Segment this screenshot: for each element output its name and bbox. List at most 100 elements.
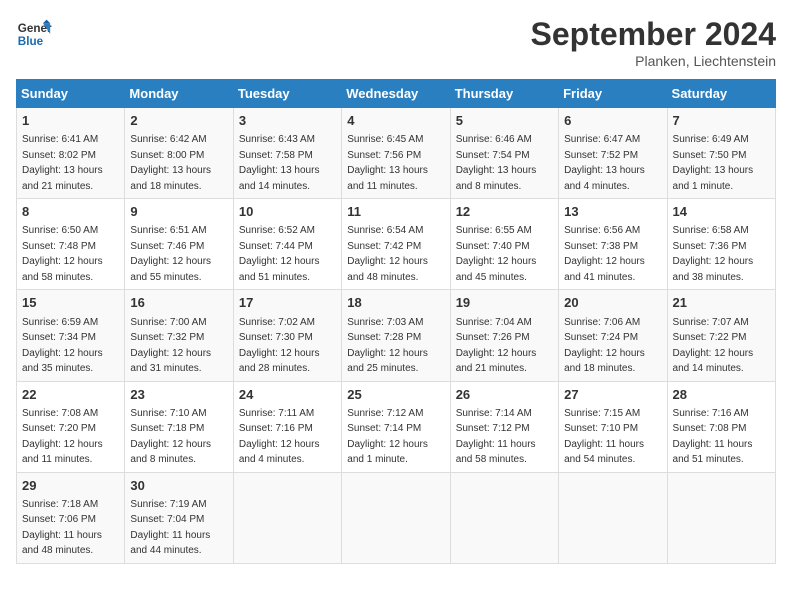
calendar-cell: 29 Sunrise: 7:18 AM Sunset: 7:06 PM Dayli… (17, 472, 125, 563)
day-number: 26 (456, 386, 553, 404)
calendar-cell: 2Sunrise: 6:42 AM Sunset: 8:00 PM Daylig… (125, 108, 233, 199)
day-number: 28 (673, 386, 770, 404)
day-number: 8 (22, 203, 119, 221)
day-info: Sunrise: 7:18 AM Sunset: 7:06 PM Dayligh… (22, 499, 102, 557)
day-number: 3 (239, 112, 336, 130)
day-info: Sunrise: 6:42 AM Sunset: 8:00 PM Dayligh… (130, 134, 211, 192)
calendar-cell: 6 Sunrise: 6:47 AM Sunset: 7:52 PM Daylig… (559, 108, 667, 199)
calendar-cell: 1Sunrise: 6:41 AM Sunset: 8:02 PM Daylig… (17, 108, 125, 199)
logo: General Blue (16, 16, 52, 52)
day-info: Sunrise: 6:47 AM Sunset: 7:52 PM Dayligh… (564, 134, 645, 192)
calendar-cell: 11 Sunrise: 6:54 AM Sunset: 7:42 PM Dayli… (342, 199, 450, 290)
title-block: September 2024 Planken, Liechtenstein (531, 16, 776, 69)
day-number: 29 (22, 477, 119, 495)
day-number: 19 (456, 294, 553, 312)
calendar-cell: 5 Sunrise: 6:46 AM Sunset: 7:54 PM Daylig… (450, 108, 558, 199)
calendar-cell: 22 Sunrise: 7:08 AM Sunset: 7:20 PM Dayli… (17, 381, 125, 472)
day-info: Sunrise: 6:55 AM Sunset: 7:40 PM Dayligh… (456, 225, 537, 283)
calendar-cell: 19Sunrise: 7:04 AM Sunset: 7:26 PM Dayli… (450, 290, 558, 381)
day-info: Sunrise: 6:58 AM Sunset: 7:36 PM Dayligh… (673, 225, 754, 283)
calendar-table: SundayMondayTuesdayWednesdayThursdayFrid… (16, 79, 776, 564)
calendar-cell (450, 472, 558, 563)
day-info: Sunrise: 7:19 AM Sunset: 7:04 PM Dayligh… (130, 499, 210, 557)
day-number: 10 (239, 203, 336, 221)
day-info: Sunrise: 7:02 AM Sunset: 7:30 PM Dayligh… (239, 317, 320, 375)
calendar-cell (559, 472, 667, 563)
day-info: Sunrise: 7:00 AM Sunset: 7:32 PM Dayligh… (130, 317, 211, 375)
day-info: Sunrise: 7:07 AM Sunset: 7:22 PM Dayligh… (673, 317, 754, 375)
calendar-cell: 14Sunrise: 6:58 AM Sunset: 7:36 PM Dayli… (667, 199, 775, 290)
day-number: 20 (564, 294, 661, 312)
day-info: Sunrise: 7:08 AM Sunset: 7:20 PM Dayligh… (22, 408, 103, 466)
day-number: 11 (347, 203, 444, 221)
day-number: 24 (239, 386, 336, 404)
day-header-friday: Friday (559, 80, 667, 108)
day-info: Sunrise: 6:50 AM Sunset: 7:48 PM Dayligh… (22, 225, 103, 283)
day-number: 17 (239, 294, 336, 312)
calendar-cell: 7Sunrise: 6:49 AM Sunset: 7:50 PM Daylig… (667, 108, 775, 199)
calendar-cell: 28 Sunrise: 7:16 AM Sunset: 7:08 PM Dayli… (667, 381, 775, 472)
day-number: 18 (347, 294, 444, 312)
calendar-cell: 20 Sunrise: 7:06 AM Sunset: 7:24 PM Dayli… (559, 290, 667, 381)
day-info: Sunrise: 7:10 AM Sunset: 7:18 PM Dayligh… (130, 408, 211, 466)
day-number: 30 (130, 477, 227, 495)
day-header-tuesday: Tuesday (233, 80, 341, 108)
calendar-cell: 18 Sunrise: 7:03 AM Sunset: 7:28 PM Dayli… (342, 290, 450, 381)
calendar-cell: 4Sunrise: 6:45 AM Sunset: 7:56 PM Daylig… (342, 108, 450, 199)
day-number: 12 (456, 203, 553, 221)
day-header-wednesday: Wednesday (342, 80, 450, 108)
location-subtitle: Planken, Liechtenstein (531, 53, 776, 69)
day-number: 6 (564, 112, 661, 130)
day-header-sunday: Sunday (17, 80, 125, 108)
calendar-cell: 13 Sunrise: 6:56 AM Sunset: 7:38 PM Dayli… (559, 199, 667, 290)
day-number: 22 (22, 386, 119, 404)
calendar-week-1: 1Sunrise: 6:41 AM Sunset: 8:02 PM Daylig… (17, 108, 776, 199)
calendar-cell: 26Sunrise: 7:14 AM Sunset: 7:12 PM Dayli… (450, 381, 558, 472)
day-number: 7 (673, 112, 770, 130)
day-number: 9 (130, 203, 227, 221)
day-number: 25 (347, 386, 444, 404)
page-header: General Blue September 2024 Planken, Lie… (16, 16, 776, 69)
svg-text:Blue: Blue (18, 35, 44, 48)
day-number: 5 (456, 112, 553, 130)
calendar-cell (667, 472, 775, 563)
day-info: Sunrise: 6:59 AM Sunset: 7:34 PM Dayligh… (22, 317, 103, 375)
calendar-week-2: 8 Sunrise: 6:50 AM Sunset: 7:48 PM Daylig… (17, 199, 776, 290)
calendar-header: SundayMondayTuesdayWednesdayThursdayFrid… (17, 80, 776, 108)
calendar-cell: 23 Sunrise: 7:10 AM Sunset: 7:18 PM Dayli… (125, 381, 233, 472)
day-info: Sunrise: 7:06 AM Sunset: 7:24 PM Dayligh… (564, 317, 645, 375)
day-info: Sunrise: 7:16 AM Sunset: 7:08 PM Dayligh… (673, 408, 753, 466)
day-info: Sunrise: 7:11 AM Sunset: 7:16 PM Dayligh… (239, 408, 320, 466)
calendar-cell: 8 Sunrise: 6:50 AM Sunset: 7:48 PM Daylig… (17, 199, 125, 290)
calendar-cell: 15Sunrise: 6:59 AM Sunset: 7:34 PM Dayli… (17, 290, 125, 381)
calendar-week-5: 29 Sunrise: 7:18 AM Sunset: 7:06 PM Dayli… (17, 472, 776, 563)
day-number: 23 (130, 386, 227, 404)
day-info: Sunrise: 6:52 AM Sunset: 7:44 PM Dayligh… (239, 225, 320, 283)
day-info: Sunrise: 6:56 AM Sunset: 7:38 PM Dayligh… (564, 225, 645, 283)
day-number: 1 (22, 112, 119, 130)
day-info: Sunrise: 6:45 AM Sunset: 7:56 PM Dayligh… (347, 134, 428, 192)
calendar-week-3: 15Sunrise: 6:59 AM Sunset: 7:34 PM Dayli… (17, 290, 776, 381)
calendar-week-4: 22 Sunrise: 7:08 AM Sunset: 7:20 PM Dayli… (17, 381, 776, 472)
day-number: 16 (130, 294, 227, 312)
day-header-monday: Monday (125, 80, 233, 108)
calendar-cell: 21 Sunrise: 7:07 AM Sunset: 7:22 PM Dayli… (667, 290, 775, 381)
calendar-cell: 12 Sunrise: 6:55 AM Sunset: 7:40 PM Dayli… (450, 199, 558, 290)
calendar-cell: 30 Sunrise: 7:19 AM Sunset: 7:04 PM Dayli… (125, 472, 233, 563)
day-info: Sunrise: 6:54 AM Sunset: 7:42 PM Dayligh… (347, 225, 428, 283)
day-info: Sunrise: 6:46 AM Sunset: 7:54 PM Dayligh… (456, 134, 537, 192)
calendar-cell: 27Sunrise: 7:15 AM Sunset: 7:10 PM Dayli… (559, 381, 667, 472)
calendar-cell (342, 472, 450, 563)
day-number: 27 (564, 386, 661, 404)
day-header-thursday: Thursday (450, 80, 558, 108)
calendar-cell: 25 Sunrise: 7:12 AM Sunset: 7:14 PM Dayli… (342, 381, 450, 472)
day-info: Sunrise: 7:12 AM Sunset: 7:14 PM Dayligh… (347, 408, 428, 466)
month-title: September 2024 (531, 16, 776, 53)
calendar-cell (233, 472, 341, 563)
day-number: 21 (673, 294, 770, 312)
day-header-saturday: Saturday (667, 80, 775, 108)
calendar-cell: 10 Sunrise: 6:52 AM Sunset: 7:44 PM Dayli… (233, 199, 341, 290)
day-info: Sunrise: 6:43 AM Sunset: 7:58 PM Dayligh… (239, 134, 320, 192)
day-info: Sunrise: 7:03 AM Sunset: 7:28 PM Dayligh… (347, 317, 428, 375)
day-number: 13 (564, 203, 661, 221)
